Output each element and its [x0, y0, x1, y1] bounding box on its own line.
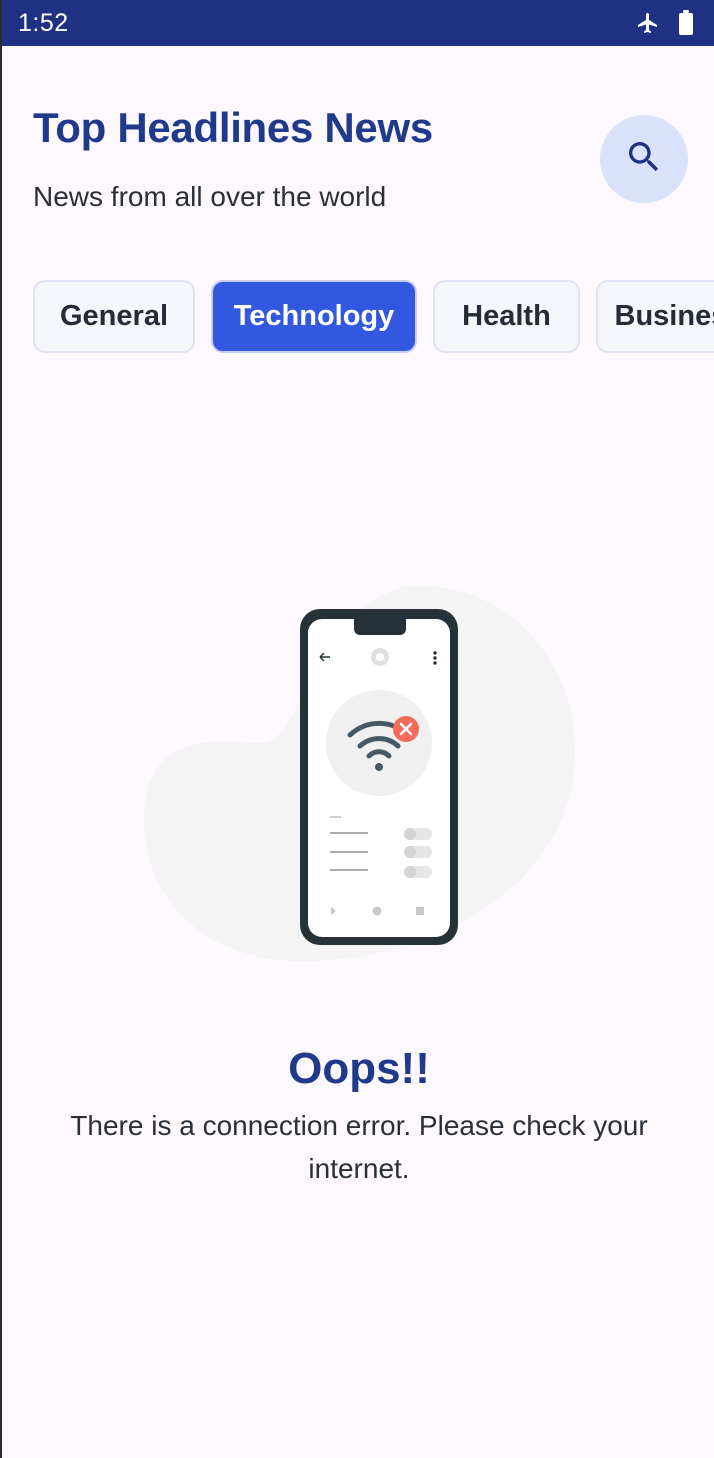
category-chip-business[interactable]: Business [596, 280, 714, 353]
chip-label: Technology [233, 300, 395, 332]
page-title: Top Headlines News [33, 104, 433, 151]
page-subtitle: News from all over the world [33, 181, 387, 212]
chip-label: Business [614, 300, 714, 332]
status-icons [636, 10, 694, 36]
app-screen: 1:52 Top Headlines News News from all ov… [0, 0, 714, 1458]
airplane-mode-icon [636, 11, 660, 35]
chip-label: Health [462, 300, 551, 332]
category-chip-health[interactable]: Health [433, 280, 580, 353]
error-title: Oops!! [288, 1044, 430, 1093]
error-message: There is a connection error. Please chec… [70, 1110, 648, 1184]
search-icon [624, 137, 664, 182]
no-wifi-phone-illustration [142, 585, 582, 965]
battery-icon [678, 10, 694, 36]
status-time: 1:52 [18, 8, 69, 37]
search-button[interactable] [600, 115, 688, 203]
category-tabs: General Technology Health Business [33, 280, 714, 353]
status-bar: 1:52 [2, 0, 714, 46]
chip-label: General [60, 300, 168, 332]
category-chip-technology[interactable]: Technology [211, 280, 417, 353]
category-chip-general[interactable]: General [33, 280, 195, 353]
